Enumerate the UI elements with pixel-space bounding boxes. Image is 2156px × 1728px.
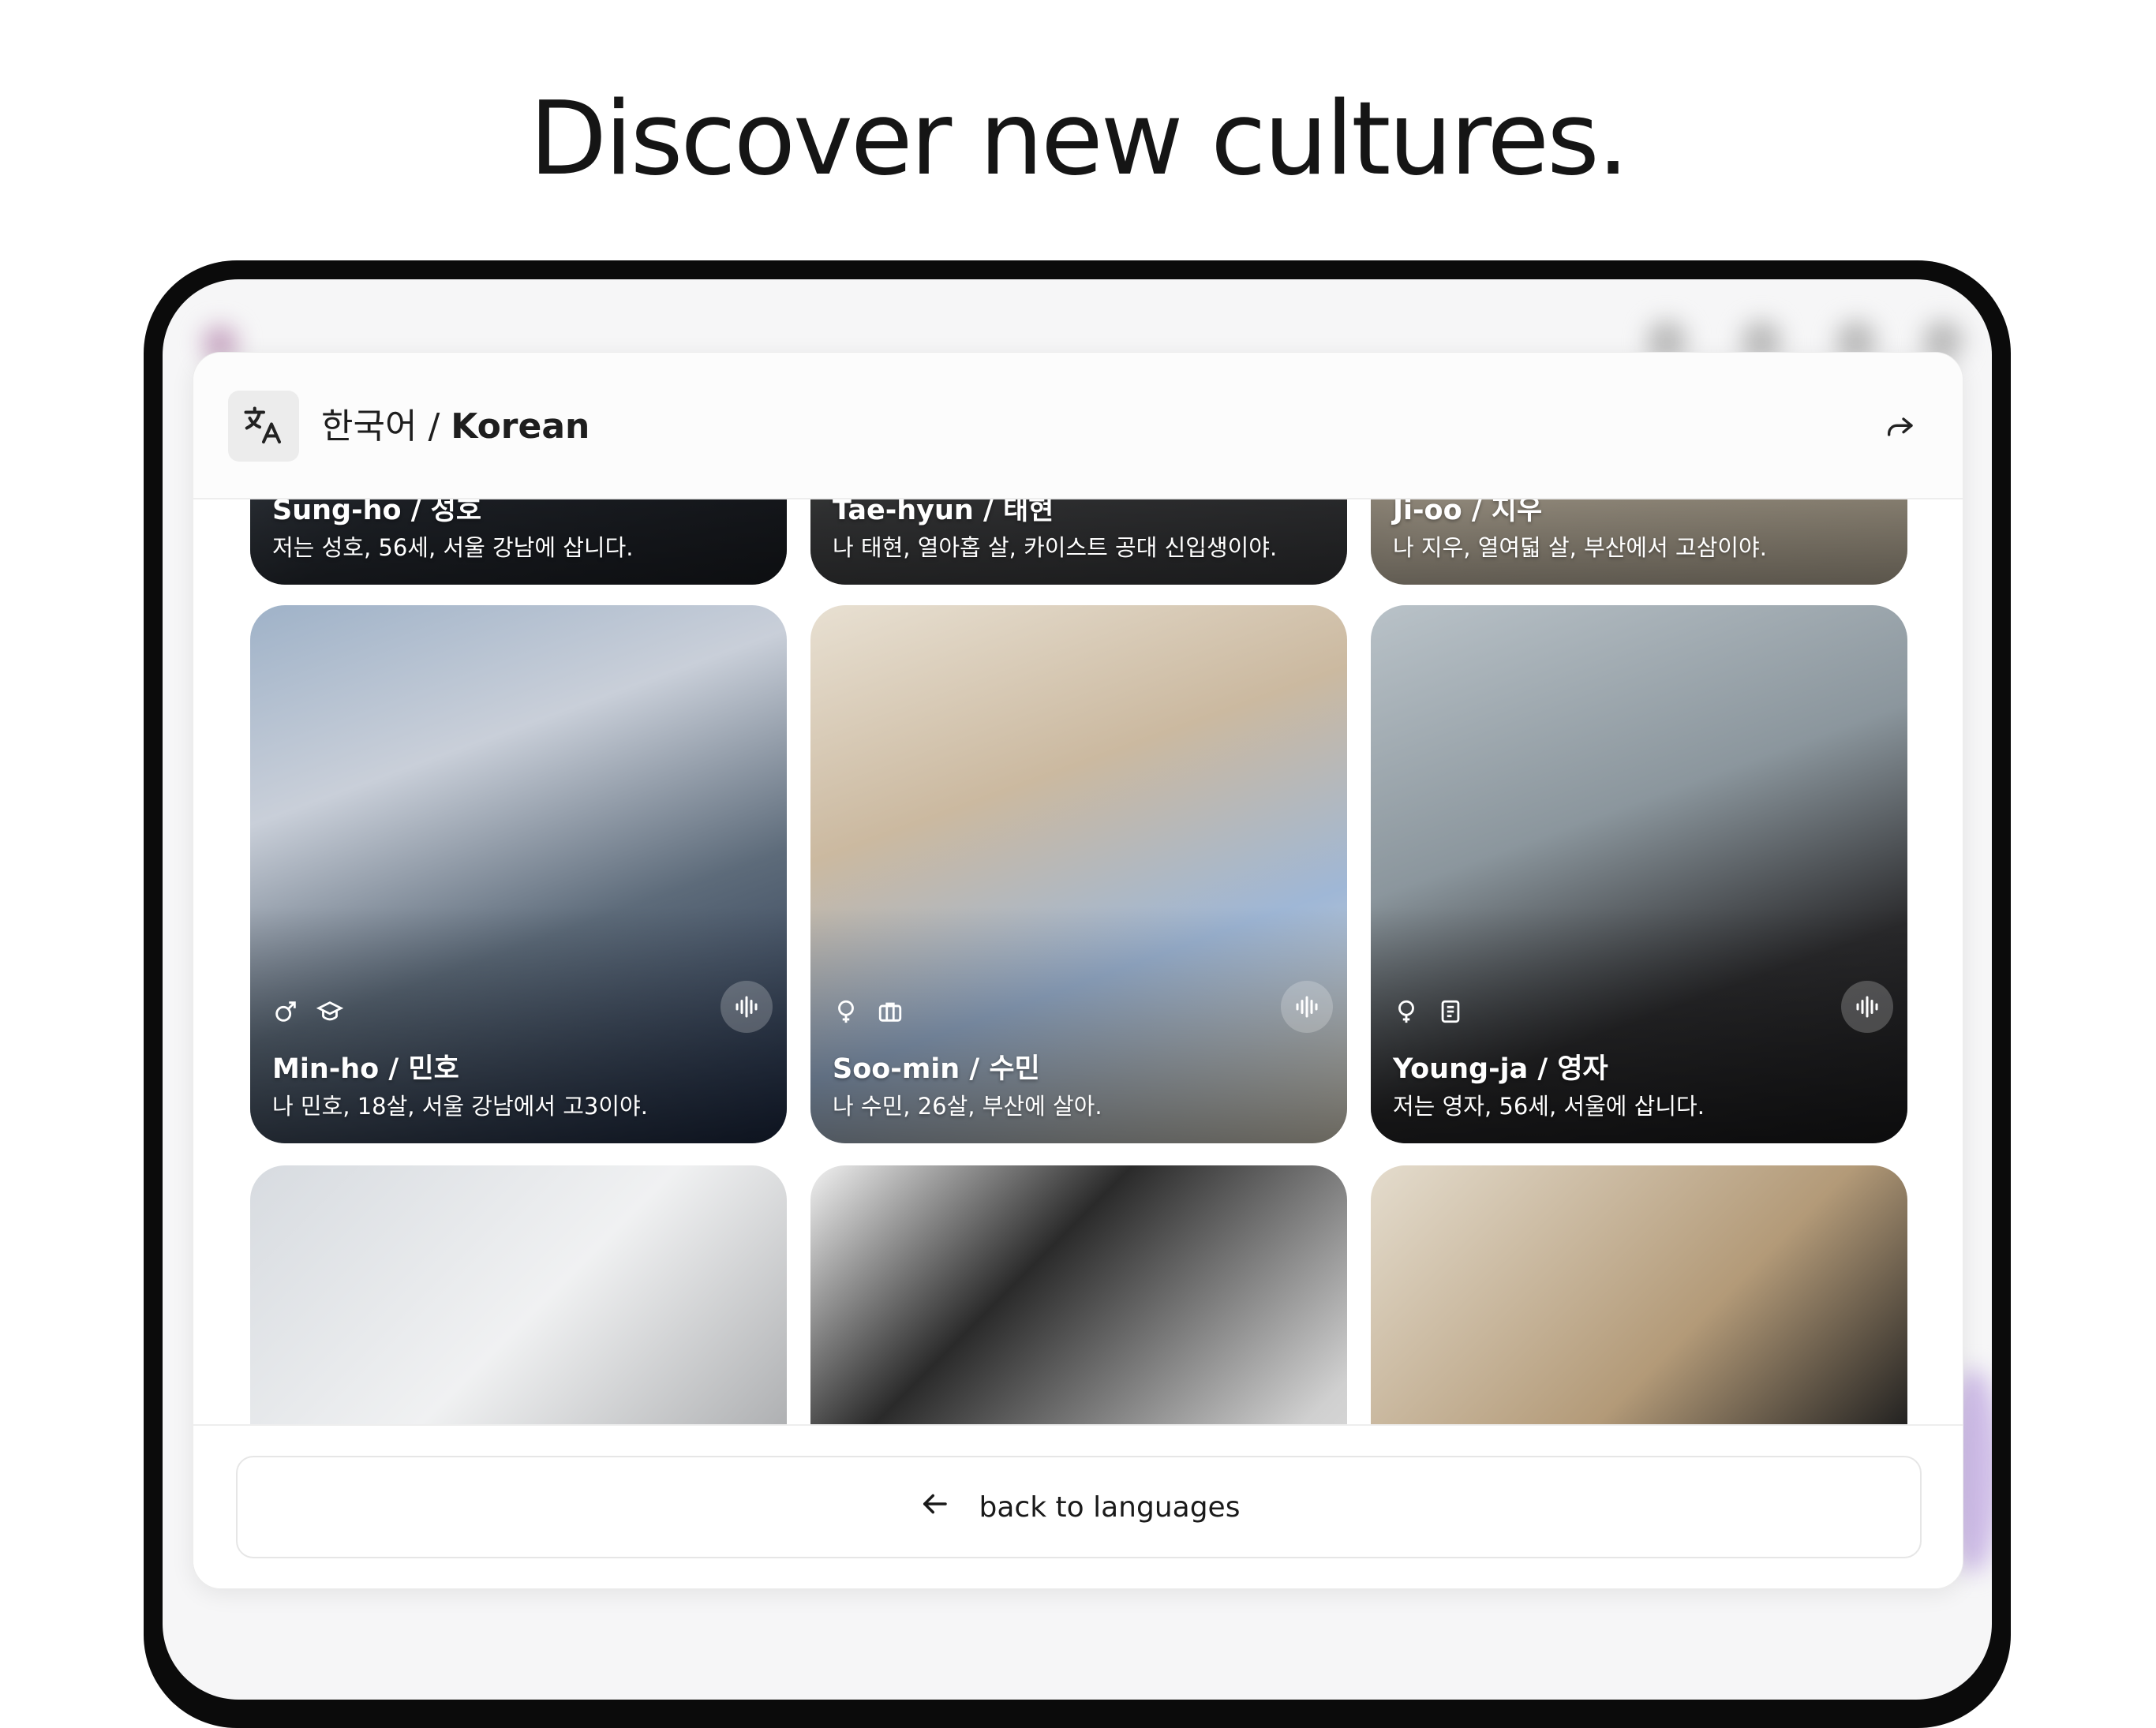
persona-bio: 저는 성호, 56세, 서울 강남에 삽니다. <box>272 534 634 561</box>
language-english: Korean <box>451 406 590 447</box>
persona-bio: 나 태현, 열아홉 살, 카이스트 공대 신입생이야. <box>833 534 1278 561</box>
persona-tags <box>833 998 904 1025</box>
translate-icon[interactable] <box>228 391 299 462</box>
female-icon <box>1393 998 1420 1025</box>
persona-name: Young-ja / 영자 <box>1393 1053 1608 1085</box>
language-separator: / <box>417 406 451 447</box>
female-icon <box>833 998 859 1025</box>
persona-bio: 저는 영자, 56세, 서울에 삽니다. <box>1393 1093 1705 1120</box>
persona-bio: 나 수민, 26살, 부산에 살아. <box>833 1093 1102 1120</box>
graduation-cap-icon <box>316 998 343 1025</box>
share-forward-icon[interactable] <box>1881 408 1918 446</box>
language-title: 한국어 / Korean <box>321 398 590 455</box>
persona-grid: Sung-ho / 성호 저는 성호, 56세, 서울 강남에 삽니다. Tae… <box>250 353 1907 1588</box>
page-headline: Discover new cultures. <box>529 80 1630 198</box>
persona-name: Min-ho / 민호 <box>272 1053 459 1085</box>
male-icon <box>272 998 299 1025</box>
arrow-left-icon <box>918 1487 951 1528</box>
language-panel: 한국어 / Korean Sung-ho / 성호 저는 성호, 56세, 서울… <box>193 352 1963 1589</box>
back-button-label: back to languages <box>979 1490 1241 1524</box>
persona-tags <box>272 998 343 1025</box>
persona-card-min-ho[interactable]: Min-ho / 민호 나 민호, 18살, 서울 강남에서 고3이야. <box>250 605 787 1143</box>
persona-name: Soo-min / 수민 <box>833 1053 1040 1085</box>
voice-sample-icon[interactable] <box>1841 981 1893 1033</box>
panel-header: 한국어 / Korean <box>193 353 1963 499</box>
panel-footer: back to languages <box>193 1424 1963 1588</box>
persona-bio: 나 지우, 열여덟 살, 부산에서 고삼이야. <box>1393 534 1767 561</box>
persona-tags <box>1393 998 1464 1025</box>
language-native: 한국어 <box>321 406 417 447</box>
back-to-languages-button[interactable]: back to languages <box>236 1456 1922 1558</box>
persona-bio: 나 민호, 18살, 서울 강남에서 고3이야. <box>272 1093 648 1120</box>
document-icon <box>1437 998 1464 1025</box>
persona-card-young-ja[interactable]: Young-ja / 영자 저는 영자, 56세, 서울에 삽니다. <box>1371 605 1907 1143</box>
persona-card-soo-min[interactable]: Soo-min / 수민 나 수민, 26살, 부산에 살아. <box>810 605 1347 1143</box>
briefcase-icon <box>877 998 904 1025</box>
voice-sample-icon[interactable] <box>1281 981 1333 1033</box>
voice-sample-icon[interactable] <box>721 981 773 1033</box>
